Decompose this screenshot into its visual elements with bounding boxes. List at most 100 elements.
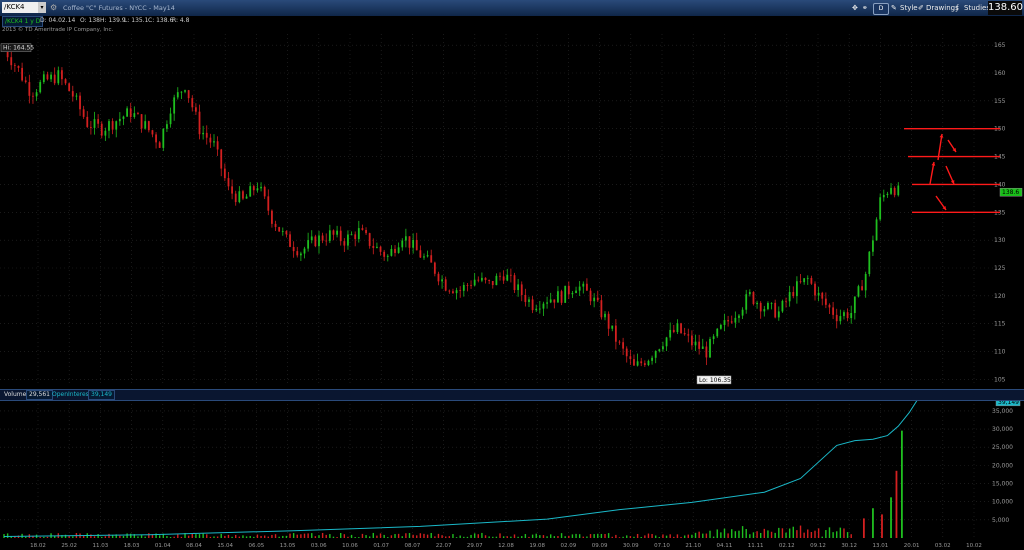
candle-up (238, 191, 241, 203)
volume-bar-down (477, 534, 479, 538)
volume-bar-down (843, 528, 845, 538)
candle-down (194, 107, 197, 112)
volume-bar-up (6, 533, 9, 538)
candle-up (528, 299, 530, 303)
volume-bar-up (521, 536, 523, 538)
candle-up (738, 315, 740, 318)
volume-bar-up (593, 534, 595, 538)
volume-bar-up (481, 532, 483, 538)
candle-up (886, 193, 889, 195)
volume-bar-down (604, 533, 606, 538)
volume-bar-down (300, 534, 302, 538)
chart-canvas[interactable]: 105110115120125130135140145150155160165 … (0, 0, 1024, 550)
volume-bar-up (586, 536, 588, 538)
candle-up (549, 299, 552, 303)
volume-bar-up (553, 536, 556, 538)
candle-up (166, 124, 168, 129)
price-tick-label: 110 (994, 349, 1006, 356)
volume-bar-down (673, 536, 675, 538)
volume-bar-down (303, 533, 306, 538)
candle-down (672, 329, 675, 333)
candle-down (372, 245, 375, 248)
candle-up (557, 291, 559, 303)
volume-bar-up (622, 536, 624, 538)
candle-up (169, 113, 172, 125)
candle-up (651, 357, 653, 361)
candle-down (361, 228, 364, 230)
candle-up (701, 346, 704, 349)
candle-up (336, 230, 338, 235)
candle-up (390, 248, 393, 256)
candle-down (835, 314, 838, 322)
candle-up (328, 230, 331, 241)
volume-bar-up (358, 537, 360, 538)
candle-down (155, 134, 157, 143)
volume-bar-up (550, 534, 552, 538)
candle-down (452, 291, 454, 294)
candle-up (404, 236, 407, 241)
volume-bar-down (419, 533, 422, 538)
volume-bar-down (260, 535, 262, 538)
volume-bar-up (510, 536, 512, 538)
candle-up (118, 118, 121, 122)
time-tick-label: 02.09 (561, 543, 577, 549)
time-tick-label: 10.06 (342, 543, 358, 549)
candle-down (332, 230, 335, 235)
volume-bar-up (640, 536, 642, 538)
open-interest-line (3, 395, 921, 538)
candle-down (459, 290, 462, 291)
candle-down (325, 240, 328, 242)
volume-tick-label: 15,000 (992, 481, 1013, 488)
volume-bar-up (539, 535, 541, 538)
time-tick-label: 30.12 (841, 543, 857, 549)
candle-down (231, 186, 233, 194)
candle-up (716, 328, 719, 337)
volume-bar-down (445, 536, 447, 538)
volume-bar-up (455, 537, 458, 538)
volume-bar-down (676, 534, 679, 538)
candle-up (93, 119, 96, 128)
volume-bar-up (452, 534, 454, 538)
volume-bar-spike (895, 470, 898, 538)
volume-bar-up (683, 535, 686, 538)
volume-bar-down (611, 536, 613, 538)
volume-bar-up (535, 533, 537, 538)
volume-bar-up (282, 535, 284, 538)
time-tick-label: 09.09 (592, 543, 608, 549)
candle-down (263, 186, 266, 197)
candle-down (21, 67, 24, 81)
candle-down (285, 231, 288, 235)
price-tick-label: 105 (994, 376, 1006, 383)
candle-up (571, 293, 574, 295)
volume-bar-up (368, 536, 371, 538)
volume-bar-down (180, 536, 183, 538)
candle-up (281, 231, 284, 232)
volume-bar-down (390, 535, 393, 538)
volume-bar-up (43, 536, 45, 538)
volume-bar-up (828, 527, 831, 538)
candle-up (50, 74, 52, 80)
candle-up (256, 188, 259, 191)
candle-down (524, 295, 527, 303)
candle-up (184, 90, 186, 92)
volume-bar-up (658, 537, 661, 538)
candle-down (499, 275, 501, 277)
volume-bar-down (93, 536, 96, 538)
candle-up (122, 116, 125, 119)
candle-down (205, 132, 208, 138)
volume-bar-down (235, 534, 237, 538)
candle-down (24, 80, 27, 83)
candle-up (462, 285, 465, 291)
candle-down (513, 275, 516, 291)
candle-down (824, 298, 827, 305)
volume-bar-down (484, 535, 487, 538)
candle-down (488, 280, 491, 281)
candle-down (774, 302, 777, 318)
candle-down (560, 291, 563, 303)
candle-down (430, 255, 433, 263)
volume-bar-down (615, 534, 617, 538)
candle-down (267, 196, 270, 211)
candle-down (71, 91, 74, 97)
volume-bar-up (774, 532, 776, 538)
candle-down (64, 79, 67, 84)
